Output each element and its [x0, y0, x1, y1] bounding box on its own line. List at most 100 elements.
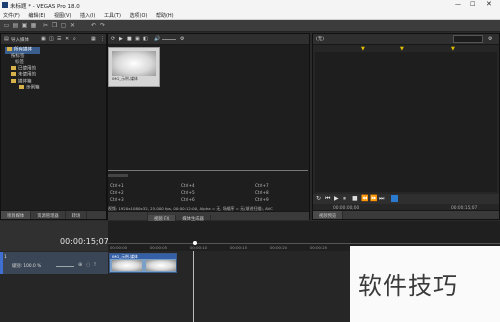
playhead-line [193, 251, 194, 322]
video-clip[interactable]: IMG_示例-媒体 [109, 253, 177, 273]
close-button[interactable]: ✕ [486, 0, 492, 8]
auto-preview-icon[interactable]: ◧ [143, 36, 148, 42]
pause-icon[interactable]: ⏸ [343, 195, 346, 203]
shortcut-slot[interactable]: Ctrl+1 [110, 183, 124, 188]
menu-insert[interactable]: 插入(I) [80, 12, 95, 19]
delete-icon[interactable]: ✕ [69, 22, 76, 29]
clip-frame [112, 260, 142, 271]
paste-icon[interactable]: ▢ [60, 22, 67, 29]
explorer-tabs: 项目媒体 资源管理器 转场 [1, 210, 106, 219]
get-media-icon[interactable]: ◫ [49, 36, 54, 42]
remove-icon[interactable]: ✕ [65, 36, 69, 42]
properties-icon[interactable]: ▦ [30, 22, 37, 29]
watermark: 软件技巧 [350, 246, 500, 322]
settings-icon[interactable]: ⚙ [488, 36, 492, 42]
redo-icon[interactable]: ↷ [99, 22, 106, 29]
media-thumbnail[interactable]: IMG_示例-媒体 [108, 47, 160, 87]
next-frame-icon[interactable]: ⏩ [370, 195, 377, 202]
menu-view[interactable]: 视图(V) [54, 12, 71, 19]
import-media-icon[interactable]: ▤ [4, 36, 9, 42]
loop-icon[interactable]: ↻ [316, 195, 321, 202]
ruler-tick-label: 00:00:10 [190, 245, 208, 250]
tab-transitions[interactable]: 转场 [66, 211, 88, 219]
track-level-slider[interactable] [56, 266, 74, 267]
shortcut-slot[interactable]: Ctrl+3 [110, 197, 124, 202]
maximize-button[interactable]: ☐ [470, 1, 475, 8]
shortcut-slot[interactable]: Ctrl+4 [181, 183, 195, 188]
minimize-button[interactable]: — [455, 1, 461, 8]
track-fx-icon[interactable]: ⊕ [78, 262, 82, 268]
stop-icon[interactable]: ■ [127, 36, 132, 42]
play-icon[interactable]: ▶ [119, 36, 123, 42]
menu-bar: 文件(F) 编辑(E) 视图(V) 插入(I) 工具(T) 选项(O) 帮助(H… [0, 10, 500, 20]
preview-screen[interactable] [315, 52, 497, 192]
media-bins-tree: 所有媒体 按标签 标签 已使用的 未使用的 媒体箱 示例箱 [5, 47, 40, 92]
new-icon[interactable]: ▭ [3, 22, 10, 29]
shortcut-slot[interactable]: Ctrl+7 [255, 183, 269, 188]
go-to-end-icon[interactable]: ⏭ [379, 195, 384, 203]
thumbnail-image [112, 51, 156, 76]
ruler-tick-label: 00:00:15 [230, 245, 248, 250]
track-mute-icon[interactable]: ◌ [86, 262, 90, 268]
fx-icon[interactable]: ⚙ [180, 36, 184, 42]
open-icon[interactable]: ▤ [12, 22, 19, 29]
folder-icon [11, 78, 16, 83]
cut-icon[interactable]: ✂ [42, 22, 49, 29]
title-bar: 未标题 * - VEGAS Pro 18.0 — ☐ ✕ [0, 0, 500, 10]
divider [108, 170, 308, 171]
ruler-tick-label: 00:00:20 [270, 245, 288, 250]
stop-icon[interactable]: ■ [352, 195, 358, 202]
menu-help[interactable]: 帮助(H) [156, 12, 174, 19]
ruler-tick-label: 00:00:25 [310, 245, 328, 250]
explorer-toolbar: ▤ 导入媒体 ▣ ◫ ☰ ✕ ⌕ ▦ ⋮ [1, 34, 106, 45]
tab-explorer[interactable]: 资源管理器 [31, 211, 66, 219]
loop-icon[interactable]: ▣ [135, 36, 140, 42]
save-icon[interactable]: ▣ [21, 22, 28, 29]
track-solo-icon[interactable]: ! [94, 262, 96, 268]
volume-icon[interactable]: 🔊 [154, 36, 160, 42]
menu-tools[interactable]: 工具(T) [104, 12, 121, 19]
volume-slider[interactable] [162, 39, 176, 40]
preview-transport: ↻ ⏮ ▶ ⏸ ■ ⏪ ⏩ ⏭ [313, 194, 499, 204]
copy-icon[interactable]: ❐ [51, 22, 58, 29]
capture-icon[interactable]: ▣ [41, 36, 46, 42]
undo-icon[interactable]: ↶ [90, 22, 97, 29]
window-title: 未标题 * - VEGAS Pro 18.0 [10, 3, 80, 10]
menu-file[interactable]: 文件(F) [3, 12, 20, 19]
play-icon[interactable]: ▶ [334, 195, 339, 202]
import-media-button[interactable]: 导入媒体 [11, 37, 29, 43]
tree-item-sample-bin[interactable]: 示例箱 [5, 85, 40, 92]
clip-label: IMG_示例-媒体 [110, 254, 176, 259]
refresh-icon[interactable]: ⟳ [111, 36, 115, 42]
bin-placeholder [108, 174, 128, 177]
tab-spacer [108, 212, 148, 220]
play-from-start-icon[interactable]: ⏮ [325, 195, 330, 203]
preview-device-select[interactable]: (无) [316, 36, 324, 42]
shortcut-slot[interactable]: Ctrl+8 [255, 190, 269, 195]
view-icon[interactable]: ▦ [91, 36, 96, 42]
previous-frame-icon[interactable]: ⏪ [361, 195, 368, 202]
media-toolbar: ⟳ ▶ ■ ▣ ◧ 🔊 ⚙ [108, 34, 309, 45]
preview-quality-dropdown[interactable] [453, 35, 483, 43]
tab-project-media[interactable]: 项目媒体 [1, 211, 32, 219]
vegas-app-icon [2, 2, 8, 8]
properties-icon[interactable]: ☰ [57, 36, 61, 42]
tab-video-preview[interactable]: 视频预览 [313, 211, 344, 219]
main-toolbar: ▭ ▤ ▣ ▦ ✂ ❐ ▢ ✕ ↶ ↷ [0, 20, 500, 32]
search-icon[interactable]: ⌕ [73, 36, 76, 42]
shortcut-slot[interactable]: Ctrl+2 [110, 190, 124, 195]
track-header[interactable]: 1 级别: 100.0 % ⊕ ◌ ! [0, 252, 108, 274]
timeline-timecode[interactable]: 00:00:15;07 [60, 237, 109, 246]
menu-options[interactable]: 选项(O) [130, 12, 148, 19]
playhead-handle[interactable] [193, 241, 197, 245]
track-color-bar [0, 252, 3, 274]
shortcut-slot[interactable]: Ctrl+5 [181, 190, 195, 195]
shortcut-slot[interactable]: Ctrl+9 [255, 197, 269, 202]
timeline-header: 00:00:15;07 [0, 221, 109, 251]
menu-edit[interactable]: 编辑(E) [28, 12, 45, 19]
preview-tabs: 视频预览 [313, 210, 499, 219]
track-level: 级别: 100.0 % [12, 264, 42, 269]
menu-icon[interactable]: ⋮ [100, 36, 105, 42]
shortcut-slot[interactable]: Ctrl+6 [181, 197, 195, 202]
snapshot-icon[interactable] [391, 195, 398, 202]
